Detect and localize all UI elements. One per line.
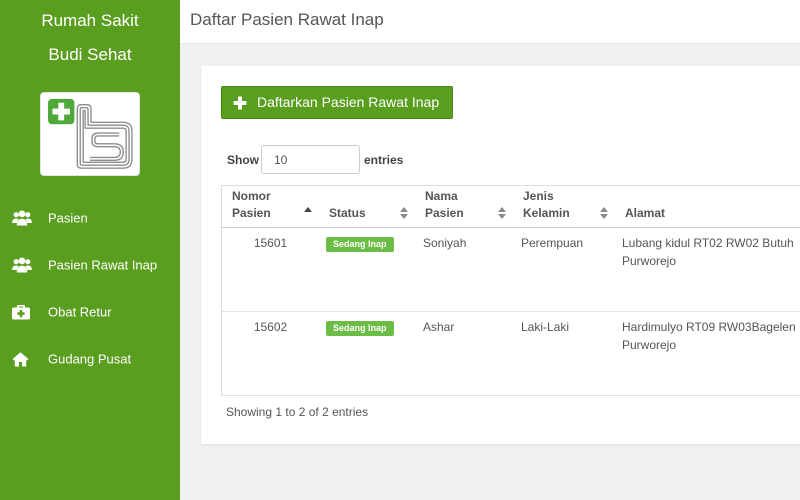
users-icon <box>12 256 32 273</box>
sidebar-item-gudang-pusat[interactable]: Gudang Pusat <box>0 335 180 382</box>
cell-nomor-pasien: 15602 <box>253 320 288 334</box>
hospital-logo <box>40 92 140 176</box>
add-inpatient-button[interactable]: Daftarkan Pasien Rawat Inap <box>221 86 453 119</box>
plus-icon <box>233 96 247 110</box>
table-row: 15602 Sedang Inap Ashar Laki-Laki Hardim… <box>222 312 800 396</box>
status-badge: Sedang Inap <box>326 321 394 336</box>
cell-status: Sedang Inap <box>319 312 415 395</box>
column-header-label: Nama Pasien <box>425 189 464 220</box>
sidebar-item-pasien-rawat-inap[interactable]: Pasien Rawat Inap <box>0 241 180 288</box>
hospital-logo-icon <box>48 98 133 169</box>
sort-icon <box>600 206 608 220</box>
column-header-alamat[interactable]: Alamat <box>615 186 800 227</box>
column-header-label: Nomor Pasien <box>232 189 271 220</box>
table-row: 15601 Sedang Inap Soniyah Perempuan Luba… <box>222 228 800 312</box>
sidebar-item-pasien[interactable]: Pasien <box>0 194 180 241</box>
users-icon <box>12 209 32 226</box>
column-header-label: Alamat <box>625 206 666 220</box>
cell-nama-pasien: Ashar <box>423 320 455 334</box>
entries-length-control: Show entries <box>227 145 403 174</box>
sidebar-item-label: Gudang Pusat <box>48 351 132 366</box>
column-header-jenis-kelamin[interactable]: Jenis Kelamin <box>513 186 615 227</box>
status-badge: Sedang Inap <box>326 237 394 252</box>
entries-label: entries <box>364 152 404 167</box>
cell-jenis-kelamin: Perempuan <box>521 236 584 250</box>
home-icon <box>12 350 29 367</box>
sidebar-brand: Rumah Sakit Budi Sehat <box>0 4 180 72</box>
brand-title-line2: Budi Sehat <box>48 45 132 64</box>
brand-title-line1: Rumah Sakit <box>41 11 139 30</box>
cell-alamat: Hardimulyo RT09 RW03Bagelen Purworejo <box>622 320 796 352</box>
sidebar-item-obat-retur[interactable]: Obat Retur <box>0 288 180 335</box>
sidebar-item-label: Pasien <box>48 210 88 225</box>
sidebar: Rumah Sakit Budi Sehat Pasien Pasien Raw… <box>0 0 180 500</box>
column-header-label: Jenis Kelamin <box>523 189 570 220</box>
column-header-label: Status <box>329 206 366 220</box>
cell-alamat: Lubang kidul RT02 RW02 Butuh Purworejo <box>622 236 794 268</box>
cell-nomor-pasien: 15601 <box>253 236 288 250</box>
cell-jenis-kelamin: Laki-Laki <box>521 320 570 334</box>
table-header-row: Nomor Pasien Status Nama Pasien Jenis Ke… <box>222 186 800 228</box>
sidebar-item-label: Obat Retur <box>48 304 112 319</box>
cell-status: Sedang Inap <box>319 228 415 311</box>
sort-icon <box>400 206 408 220</box>
column-header-status[interactable]: Status <box>319 186 415 227</box>
page-header: Daftar Pasien Rawat Inap <box>180 0 800 44</box>
main-content: Daftar Pasien Rawat Inap Daftarkan Pasie… <box>180 0 800 500</box>
show-label: Show <box>227 152 259 167</box>
table-info: Showing 1 to 2 of 2 entries <box>226 405 369 419</box>
sidebar-menu: Pasien Pasien Rawat Inap Obat Retur Guda… <box>0 194 180 382</box>
content-panel: Daftarkan Pasien Rawat Inap Show entries… <box>201 66 800 444</box>
medkit-icon <box>12 303 30 320</box>
sort-icon <box>498 206 506 220</box>
column-header-nomor-pasien[interactable]: Nomor Pasien <box>222 186 319 227</box>
add-inpatient-button-label: Daftarkan Pasien Rawat Inap <box>257 94 440 110</box>
sidebar-item-label: Pasien Rawat Inap <box>48 257 158 272</box>
inpatient-table: Nomor Pasien Status Nama Pasien Jenis Ke… <box>221 185 800 396</box>
sort-asc-icon <box>304 206 312 220</box>
page-title: Daftar Pasien Rawat Inap <box>190 10 384 29</box>
entries-length-input[interactable] <box>261 145 360 174</box>
column-header-nama-pasien[interactable]: Nama Pasien <box>415 186 513 227</box>
cell-nama-pasien: Soniyah <box>423 236 467 250</box>
